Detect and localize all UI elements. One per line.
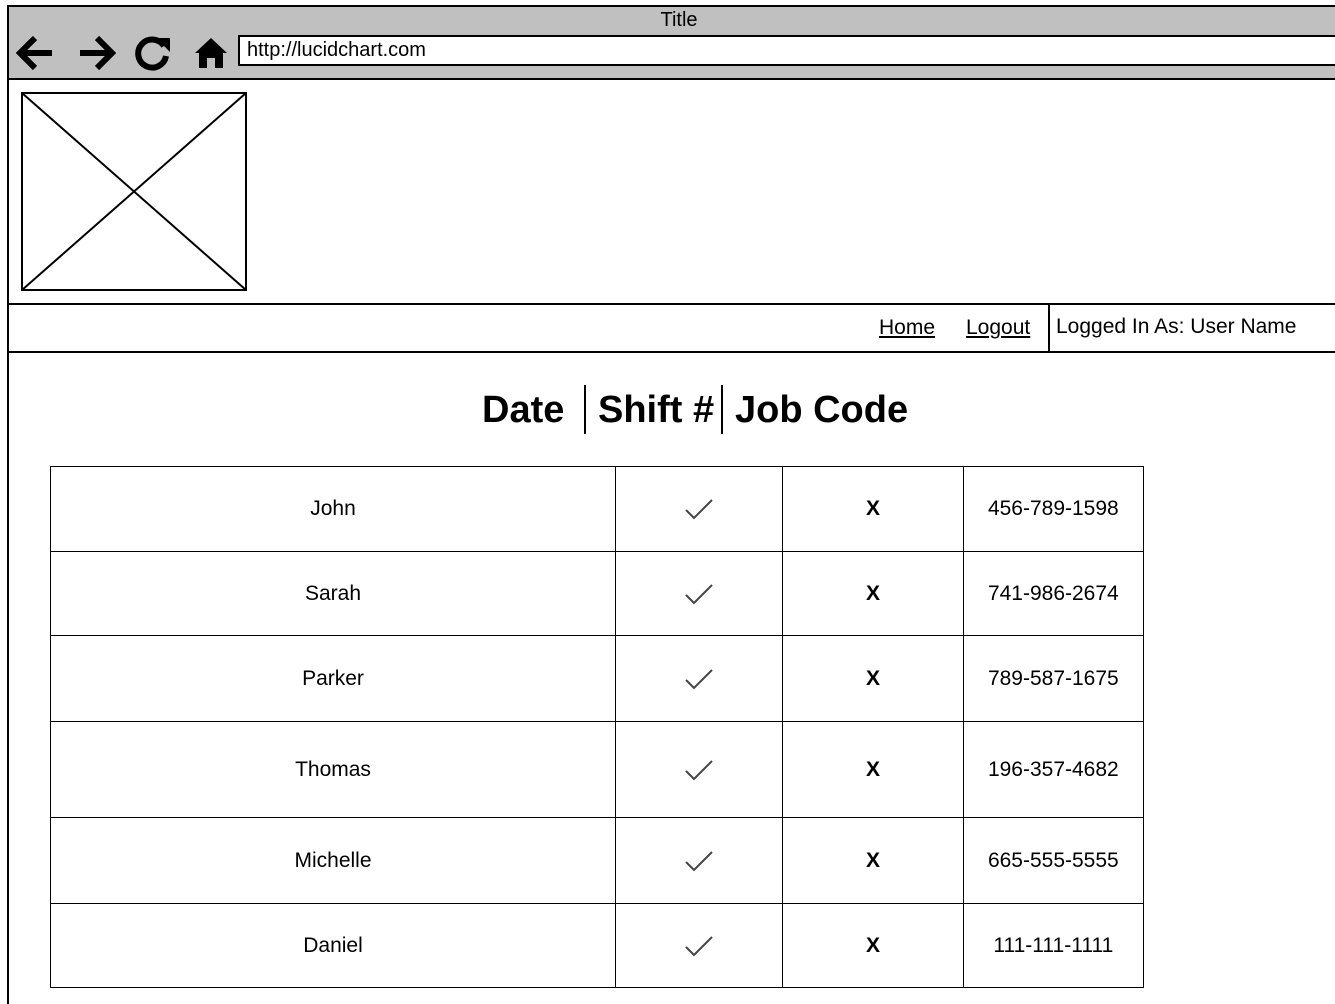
reload-button[interactable] [133, 33, 173, 73]
employee-name: Michelle [49, 817, 617, 904]
check-cell[interactable] [615, 635, 784, 722]
check-icon [685, 936, 713, 957]
arrow-right-icon [80, 35, 116, 71]
table-row: Thomas X 196-357-4682 [49, 721, 1145, 818]
back-button[interactable] [15, 33, 55, 73]
header-divider [721, 385, 723, 434]
employee-name: Sarah [49, 551, 617, 636]
check-cell[interactable] [615, 551, 784, 636]
browser-toolbar: Title http://lucidchart.com [7, 5, 1335, 80]
check-cell[interactable] [615, 903, 784, 988]
check-icon [685, 851, 713, 872]
header-shift[interactable]: Shift # [598, 385, 714, 435]
page: Title http://lucidchart.com Home Logout … [0, 0, 1335, 1004]
phone-number: 111-111-1111 [962, 903, 1145, 988]
phone-number: 196-357-4682 [962, 721, 1145, 818]
table-row: Daniel X 111-111-1111 [49, 903, 1145, 988]
phone-number: 789-587-1675 [962, 635, 1145, 722]
home-button[interactable] [191, 33, 231, 73]
phone-number: 741-986-2674 [962, 551, 1145, 636]
reload-icon [135, 36, 170, 71]
check-cell[interactable] [615, 817, 784, 904]
header-divider [584, 385, 586, 434]
header-job-code[interactable]: Job Code [735, 385, 908, 435]
x-mark-cell[interactable]: X [782, 903, 964, 988]
url-input[interactable]: http://lucidchart.com [238, 35, 1335, 66]
x-mark-cell[interactable]: X [782, 817, 964, 904]
check-cell[interactable] [615, 721, 784, 818]
phone-number: 665-555-5555 [962, 817, 1145, 904]
table-row: Michelle X 665-555-5555 [49, 817, 1145, 904]
table-row: John X 456-789-1598 [49, 466, 1145, 552]
x-mark-cell[interactable]: X [782, 551, 964, 636]
employee-name: Parker [49, 635, 617, 722]
table-row: Parker X 789-587-1675 [49, 635, 1145, 722]
employee-name: John [49, 466, 617, 552]
logout-link[interactable]: Logout [966, 316, 1030, 340]
x-mark-cell[interactable]: X [782, 721, 964, 818]
window-title: Title [660, 9, 698, 31]
forward-button[interactable] [77, 33, 117, 73]
arrow-left-icon [16, 35, 52, 71]
x-mark-cell[interactable]: X [782, 635, 964, 722]
check-cell[interactable] [615, 466, 784, 552]
home-icon [195, 38, 227, 68]
check-icon [685, 669, 713, 690]
employee-name: Thomas [49, 721, 617, 818]
navigation-bar: Home Logout Logged In As: User Name [7, 303, 1335, 353]
header-date[interactable]: Date [482, 385, 564, 435]
home-link[interactable]: Home [879, 316, 935, 340]
employee-name: Daniel [49, 903, 617, 988]
table-row: Sarah X 741-986-2674 [49, 551, 1145, 636]
check-icon [685, 499, 713, 520]
logo-image-placeholder [21, 92, 247, 291]
check-icon [685, 760, 713, 781]
x-mark-cell[interactable]: X [782, 466, 964, 552]
roster-table: John X 456-789-1598 Sarah X 741-986-2674… [49, 466, 1145, 988]
check-icon [685, 584, 713, 605]
phone-number: 456-789-1598 [962, 466, 1145, 552]
logged-in-status: Logged In As: User Name [1048, 305, 1335, 351]
